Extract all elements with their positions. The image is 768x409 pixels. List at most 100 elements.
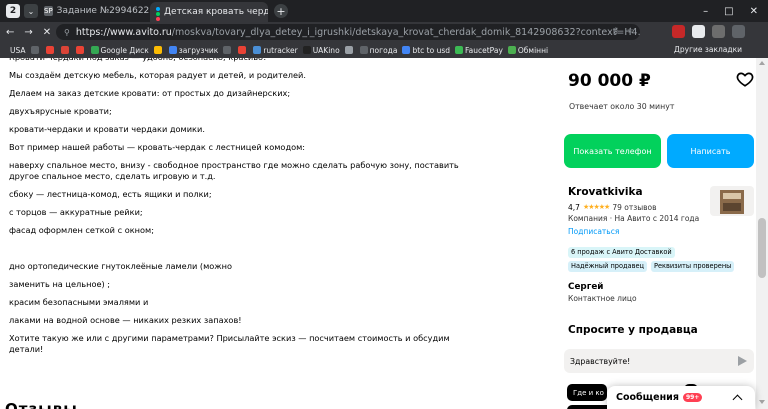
description-line: детали!: [9, 344, 44, 354]
bookmark-item[interactable]: FaucetPay: [455, 46, 503, 55]
minimize-button[interactable]: –: [703, 6, 708, 17]
bookmark-item[interactable]: [60, 46, 71, 54]
messages-count-badge: 99+: [682, 393, 703, 402]
bookmark-item[interactable]: [223, 46, 233, 54]
description-line: двухъярусные кровати;: [9, 106, 112, 116]
rating-stars: ★★★★★: [582, 203, 610, 211]
url-path: /moskva/tovary_dlya_detey_i_igrushki/det…: [171, 26, 640, 38]
bookmark-item[interactable]: Обмінні: [507, 45, 549, 55]
tab-list-dropdown-icon[interactable]: ⌄: [24, 4, 38, 18]
ask-seller-input[interactable]: Здравствуйте!: [564, 349, 754, 373]
other-bookmarks-folder[interactable]: Другие закладки: [674, 45, 742, 54]
back-button[interactable]: ←: [6, 27, 14, 38]
subscribe-link[interactable]: Подписаться: [568, 227, 619, 236]
bookmark-favicon-icon: [238, 46, 247, 54]
url-bar-actions: ⚷ ☆: [613, 26, 634, 35]
bookmark-favicon-icon: [153, 46, 162, 54]
tab-avito[interactable]: Детская кровать чердак ×: [150, 2, 268, 22]
bookmark-item[interactable]: [30, 46, 41, 54]
bookmark-favicon-icon: [60, 46, 69, 54]
bookmark-label: rutracker: [263, 45, 298, 55]
tab-task[interactable]: SP Задание №2994622 - про: [38, 0, 150, 22]
browser-tab-bar: 2 ⌄ SP Задание №2994622 - про Детская кр…: [0, 0, 768, 22]
price: 90 000 ₽: [568, 71, 651, 91]
scrollbar-thumb[interactable]: [758, 218, 766, 278]
bookmark-label: FaucetPay: [465, 45, 503, 55]
maximize-button[interactable]: □: [724, 6, 733, 17]
bookmark-star-icon[interactable]: ☆: [627, 26, 634, 35]
bookmark-item[interactable]: UAKino: [302, 46, 340, 55]
bookmark-favicon-icon: [223, 46, 232, 54]
bookmark-label: btc to usd: [412, 45, 451, 55]
description-line: с торцов — аккуратные рейки;: [9, 207, 143, 217]
bookmark-favicon-icon: [168, 46, 177, 54]
bookmark-favicon-icon: [402, 46, 411, 54]
messages-label: Сообщения: [616, 392, 679, 403]
bookmark-item[interactable]: [344, 46, 355, 54]
extension-icon[interactable]: [692, 25, 705, 38]
chevron-up-icon[interactable]: [732, 394, 743, 405]
bookmark-favicon-icon: [507, 46, 516, 54]
bookmark-favicon-icon: [455, 46, 464, 54]
bookmark-favicon-icon: [30, 46, 39, 54]
seller-avatar[interactable]: [710, 186, 754, 216]
description-line: другое спальное место, сделать игровую и…: [9, 171, 216, 181]
bookmark-item[interactable]: [45, 46, 56, 54]
reload-stop-button[interactable]: ✕: [43, 27, 51, 38]
seller-company-info: Компания · На Авито с 2014 года: [568, 214, 700, 223]
bookmark-item[interactable]: [75, 46, 86, 54]
bookmark-favicon-icon: [45, 46, 54, 54]
description-line: заменить на цельное) ;: [9, 279, 111, 289]
bookmark-item[interactable]: rutracker: [253, 45, 298, 55]
quick-question-chip[interactable]: Где и ко: [567, 384, 607, 401]
extension-icon[interactable]: [672, 25, 685, 38]
bookmark-favicon-icon: [253, 46, 262, 54]
lock-icon[interactable]: ⚲: [64, 28, 70, 37]
bookmark-item[interactable]: USA: [10, 46, 26, 55]
page-content: Кровати-чердаки под заказ — удобно, безо…: [0, 58, 768, 409]
bookmark-item[interactable]: загрузчик: [168, 46, 218, 55]
bookmark-favicon-icon: [75, 46, 84, 54]
bookmark-item[interactable]: btc to usd: [402, 46, 450, 55]
profile-avatar[interactable]: [712, 25, 725, 38]
scroll-down-arrow-icon[interactable]: [759, 400, 765, 404]
menu-icon[interactable]: [732, 25, 745, 38]
show-phone-button[interactable]: Показать телефон: [564, 134, 661, 168]
reviews-count: 79 отзывов: [612, 203, 657, 212]
bookmark-item[interactable]: погода: [359, 46, 397, 55]
seller-name[interactable]: Krovatkivika: [568, 186, 643, 198]
tab-task-favicon: SP: [44, 6, 53, 16]
bookmark-favicon-icon: [90, 46, 99, 54]
favorite-heart-icon[interactable]: [736, 70, 754, 88]
write-message-button[interactable]: Написать: [667, 134, 754, 168]
key-icon[interactable]: ⚷: [613, 26, 619, 35]
scroll-up-arrow-icon[interactable]: [759, 61, 765, 65]
window-controls: – □ ✕: [703, 6, 768, 17]
description-line: Делаем на заказ детские кровати: от прос…: [9, 88, 291, 98]
rating-value: 4,7: [568, 203, 580, 212]
bookmark-item[interactable]: [238, 46, 248, 54]
url-bar[interactable]: ⚲ https://www.avito.ru /moskva/tovary_dl…: [56, 24, 640, 40]
tab-count-button[interactable]: 2: [6, 4, 20, 18]
bookmark-label: USA: [10, 45, 26, 55]
description-line: дно ортопедические гнутоклеёные ламели (…: [9, 261, 232, 271]
bookmark-label: Обмінні: [517, 45, 549, 55]
new-tab-button[interactable]: +: [274, 4, 288, 18]
description-line: сбоку — лестница-комод, есть ящики и пол…: [9, 189, 212, 199]
bookmark-item[interactable]: Google Диск: [90, 45, 149, 55]
bookmark-favicon-icon: [344, 46, 353, 54]
bookmark-item[interactable]: [153, 46, 164, 54]
bookmark-label: Google Диск: [100, 45, 149, 55]
bookmarks-bar: USA Google Диск загрузчик rutracker UAKino по…: [0, 42, 768, 58]
close-window-button[interactable]: ✕: [750, 6, 758, 17]
forward-button[interactable]: →: [24, 27, 32, 38]
seller-rating[interactable]: 4,7 ★★★★★ 79 отзывов: [568, 203, 657, 212]
reliable-seller-badge: Надёжный продавец: [568, 261, 648, 272]
description-line: кровати-чердаки и кровати чердаки домики…: [9, 124, 205, 134]
messages-panel-toggle[interactable]: Сообщения 99+: [607, 386, 755, 409]
description-line: лаками на водной основе — никаких резких…: [9, 315, 242, 325]
ask-seller-title: Спросите у продавца: [568, 324, 698, 336]
description-line: Мы создаём детскую мебель, которая радуе…: [9, 70, 306, 80]
send-icon[interactable]: [738, 356, 747, 366]
page-scrollbar[interactable]: [756, 58, 768, 409]
